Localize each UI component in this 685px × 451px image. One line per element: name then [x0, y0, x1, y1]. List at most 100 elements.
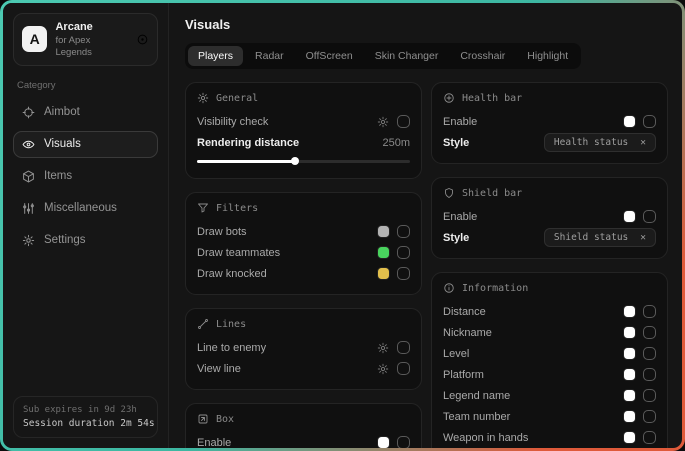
color-swatch[interactable] — [624, 369, 635, 380]
setting-label: Team number — [443, 411, 510, 423]
sidebar-item-visuals[interactable]: Visuals — [13, 131, 158, 158]
sidebar-item-label: Aimbot — [44, 106, 80, 118]
setting-controls — [624, 305, 656, 318]
main-panel: Visuals PlayersRadarOffScreenSkin Change… — [169, 3, 682, 448]
page-title: Visuals — [185, 17, 668, 32]
setting-row: Platform — [443, 364, 656, 385]
sidebar-item-miscellaneous[interactable]: Miscellaneous — [13, 195, 158, 222]
setting-row: Draw knocked — [197, 263, 410, 284]
checkbox[interactable] — [643, 326, 656, 339]
tab-crosshair[interactable]: Crosshair — [450, 46, 515, 66]
checkbox[interactable] — [397, 246, 410, 259]
tab-offscreen[interactable]: OffScreen — [296, 46, 363, 66]
section-shield-bar: Shield bar Enable Style Shield status✕ — [431, 177, 668, 259]
color-swatch[interactable] — [624, 116, 635, 127]
checkbox[interactable] — [643, 347, 656, 360]
box-icon — [197, 413, 209, 425]
tab-highlight[interactable]: Highlight — [517, 46, 578, 66]
checkbox[interactable] — [643, 305, 656, 318]
gear-icon[interactable] — [377, 363, 389, 375]
color-swatch[interactable] — [624, 411, 635, 422]
checkbox[interactable] — [397, 436, 410, 448]
sidebar-item-items[interactable]: Items — [13, 163, 158, 190]
color-swatch[interactable] — [378, 437, 389, 448]
app-subtitle: for Apex Legends — [55, 35, 128, 58]
gear-icon[interactable] — [377, 116, 389, 128]
cube-icon — [22, 170, 35, 183]
color-swatch[interactable] — [624, 327, 635, 338]
section-general: GeneralVisibility checkRendering distanc… — [185, 82, 422, 179]
section-header: Shield bar — [443, 187, 656, 199]
color-swatch[interactable] — [378, 268, 389, 279]
style-select[interactable]: Shield status✕ — [544, 228, 656, 247]
setting-controls — [624, 389, 656, 402]
section-health-bar: Health bar Enable Style Health status✕ — [431, 82, 668, 164]
checkbox[interactable] — [397, 362, 410, 375]
section-header: Information — [443, 282, 656, 294]
checkbox[interactable] — [643, 410, 656, 423]
sidebar: A Arcane for Apex Legends Category Aimbo… — [3, 3, 169, 448]
setting-label: Draw teammates — [197, 247, 280, 259]
gear-icon — [197, 92, 209, 104]
setting-label: Visibility check — [197, 116, 268, 128]
setting-label: Legend name — [443, 390, 510, 402]
sidebar-nav: Aimbot Visuals Items Miscellaneous Settings — [13, 99, 158, 259]
checkbox[interactable] — [643, 368, 656, 381]
setting-label: Line to enemy — [197, 342, 266, 354]
setting-label: Style — [443, 232, 469, 244]
checkbox[interactable] — [397, 267, 410, 280]
subscription-info: Sub expires in 9d 23h Session duration 2… — [13, 396, 158, 438]
setting-row: View line — [197, 358, 410, 379]
sub-expires-text: Sub expires in 9d 23h — [23, 405, 148, 415]
setting-row: Enable — [443, 206, 656, 227]
setting-controls — [378, 225, 410, 238]
color-swatch[interactable] — [624, 432, 635, 443]
checkbox[interactable] — [643, 389, 656, 402]
setting-row: Style Health status✕ — [443, 132, 656, 153]
sidebar-item-settings[interactable]: Settings — [13, 227, 158, 254]
section-title: Filters — [216, 203, 258, 214]
section-header: Lines — [197, 318, 410, 330]
checkbox[interactable] — [643, 431, 656, 444]
color-swatch[interactable] — [624, 348, 635, 359]
checkbox[interactable] — [643, 115, 656, 128]
rendering-distance-slider[interactable] — [197, 156, 410, 166]
app-meta: Arcane for Apex Legends — [55, 21, 128, 58]
checkbox[interactable] — [643, 210, 656, 223]
target-icon[interactable] — [136, 33, 149, 46]
color-swatch[interactable] — [624, 306, 635, 317]
setting-controls — [624, 347, 656, 360]
color-swatch[interactable] — [624, 211, 635, 222]
setting-controls — [377, 341, 410, 354]
settings-column: GeneralVisibility checkRendering distanc… — [185, 82, 422, 448]
color-swatch[interactable] — [378, 226, 389, 237]
close-icon[interactable]: ✕ — [640, 232, 646, 243]
setting-label: Style — [443, 137, 469, 149]
setting-controls — [378, 246, 410, 259]
setting-row: Draw bots — [197, 221, 410, 242]
setting-controls — [377, 115, 410, 128]
checkbox[interactable] — [397, 341, 410, 354]
checkbox[interactable] — [397, 225, 410, 238]
section-header: Health bar — [443, 92, 656, 104]
setting-controls: 250m — [382, 137, 410, 149]
section-title: Health bar — [462, 93, 522, 104]
tab-skin-changer[interactable]: Skin Changer — [365, 46, 449, 66]
sidebar-item-aimbot[interactable]: Aimbot — [13, 99, 158, 126]
tab-players[interactable]: Players — [188, 46, 243, 66]
setting-controls — [377, 362, 410, 375]
close-icon[interactable]: ✕ — [640, 137, 646, 148]
color-swatch[interactable] — [624, 390, 635, 401]
tab-radar[interactable]: Radar — [245, 46, 294, 66]
style-select[interactable]: Health status✕ — [544, 133, 656, 152]
sidebar-item-label: Miscellaneous — [44, 202, 117, 214]
color-swatch[interactable] — [378, 247, 389, 258]
sidebar-item-label: Items — [44, 170, 72, 182]
slider-thumb[interactable] — [291, 157, 299, 165]
setting-label: Enable — [443, 116, 477, 128]
checkbox[interactable] — [397, 115, 410, 128]
eye-icon — [22, 138, 35, 151]
setting-row: Weapon in hands — [443, 427, 656, 448]
gear-icon[interactable] — [377, 342, 389, 354]
category-label: Category — [17, 80, 154, 91]
